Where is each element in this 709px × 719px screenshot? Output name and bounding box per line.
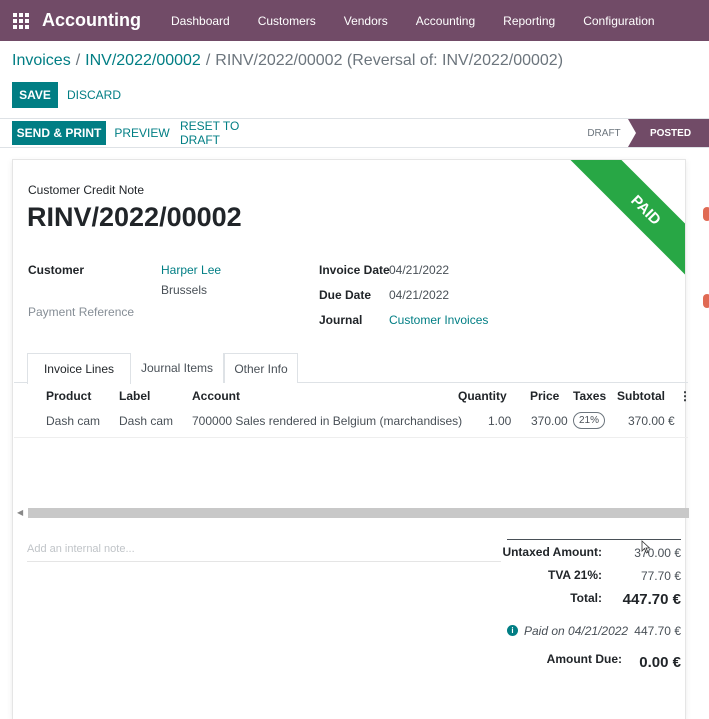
document-type: Customer Credit Note [28,183,145,197]
column-taxes[interactable]: Taxes [573,389,606,403]
customer-label: Customer [28,263,85,277]
app-brand[interactable]: Accounting [42,10,141,31]
tva-value: 77.70 € [640,569,681,583]
line-quantity[interactable]: 1.00 [488,414,511,428]
menu-customers[interactable]: Customers [244,14,330,28]
reset-to-draft-button[interactable]: RESET TO DRAFT [180,119,282,147]
paid-ribbon-label: PAID [566,160,685,286]
breadcrumb: Invoices / INV/2022/00002/RINV/2022/00002 … [12,52,563,70]
column-subtotal[interactable]: Subtotal [617,389,665,403]
document-number: RINV/2022/00002 [27,202,242,232]
preview-button[interactable]: PREVIEW [112,121,172,145]
column-quantity[interactable]: Quantity [458,389,507,403]
apps-grid-icon[interactable] [13,12,29,29]
tab-other-info[interactable]: Other Info [224,353,298,383]
menu-dashboard[interactable]: Dashboard [157,14,244,28]
mouse-cursor-icon [641,540,651,554]
paid-ribbon: PAID [561,160,685,286]
breadcrumb-invoices[interactable]: Invoices [12,52,71,69]
customer-name[interactable]: Harper Lee [161,263,221,277]
line-subtotal[interactable]: 370.00 € [628,414,675,428]
menu-accounting[interactable]: Accounting [402,14,489,28]
menu-reporting[interactable]: Reporting [489,14,569,28]
column-options-icon[interactable]: ⋮ [679,389,691,403]
discard-button[interactable]: DISCARD [64,82,124,108]
line-product[interactable]: Dash cam [46,414,100,428]
scroll-left-icon[interactable]: ◀ [17,508,23,517]
payment-info-icon[interactable]: i [507,625,518,636]
row-divider [14,437,688,438]
breadcrumb-current: RINV/2022/00002 (Reversal of: INV/2022/0… [215,52,564,69]
column-label[interactable]: Label [119,389,150,403]
breadcrumb-separator: / [205,52,211,69]
send-print-button[interactable]: SEND & PRINT [12,121,106,145]
stage-draft[interactable]: DRAFT [578,119,630,147]
amount-due-label: Amount Due: [546,652,622,666]
edge-indicator [703,294,709,308]
line-account[interactable]: 700000 Sales rendered in Belgium (marcha… [192,414,462,428]
total-label: Total: [570,591,602,605]
horizontal-scrollbar[interactable] [28,508,689,518]
due-date-label: Due Date [319,288,372,302]
breadcrumb-separator: / [75,52,81,69]
payment-reference-label: Payment Reference [28,305,135,319]
column-account[interactable]: Account [192,389,240,403]
column-price[interactable]: Price [530,389,559,403]
internal-note-field[interactable]: Add an internal note... [27,543,501,562]
untaxed-amount-label: Untaxed Amount: [502,545,602,559]
tab-invoice-lines[interactable]: Invoice Lines [27,353,131,384]
column-product[interactable]: Product [46,389,91,403]
total-value: 447.70 € [622,591,681,608]
notebook-tabs: Invoice Lines Journal Items Other Info [14,353,688,384]
totals-divider [507,539,681,540]
journal-value[interactable]: Customer Invoices [389,313,488,327]
customer-city: Brussels [161,283,208,297]
menu-configuration[interactable]: Configuration [569,14,668,28]
breadcrumb-original-invoice[interactable]: INV/2022/00002 [85,52,201,69]
tva-label: TVA 21%: [547,568,602,582]
tab-journal-items[interactable]: Journal Items [131,353,224,383]
due-date-value[interactable]: 04/21/2022 [389,288,449,302]
top-navbar: Accounting Dashboard Customers Vendors A… [0,0,709,41]
line-tax-badge[interactable]: 21% [573,412,605,429]
invoice-date-value[interactable]: 04/21/2022 [389,263,449,277]
invoice-date-label: Invoice Date [319,263,390,277]
status-bar: SEND & PRINT PREVIEW RESET TO DRAFT DRAF… [0,118,709,148]
amount-due-value: 0.00 € [639,654,681,671]
save-button[interactable]: SAVE [12,82,58,108]
stage-posted[interactable]: POSTED [628,119,709,147]
line-price[interactable]: 370.00 [531,414,568,428]
edge-indicator [703,207,709,221]
journal-label: Journal [319,313,363,327]
line-label[interactable]: Dash cam [119,414,173,428]
menu-vendors[interactable]: Vendors [330,14,402,28]
paid-amount-value: 447.70 € [634,624,681,638]
